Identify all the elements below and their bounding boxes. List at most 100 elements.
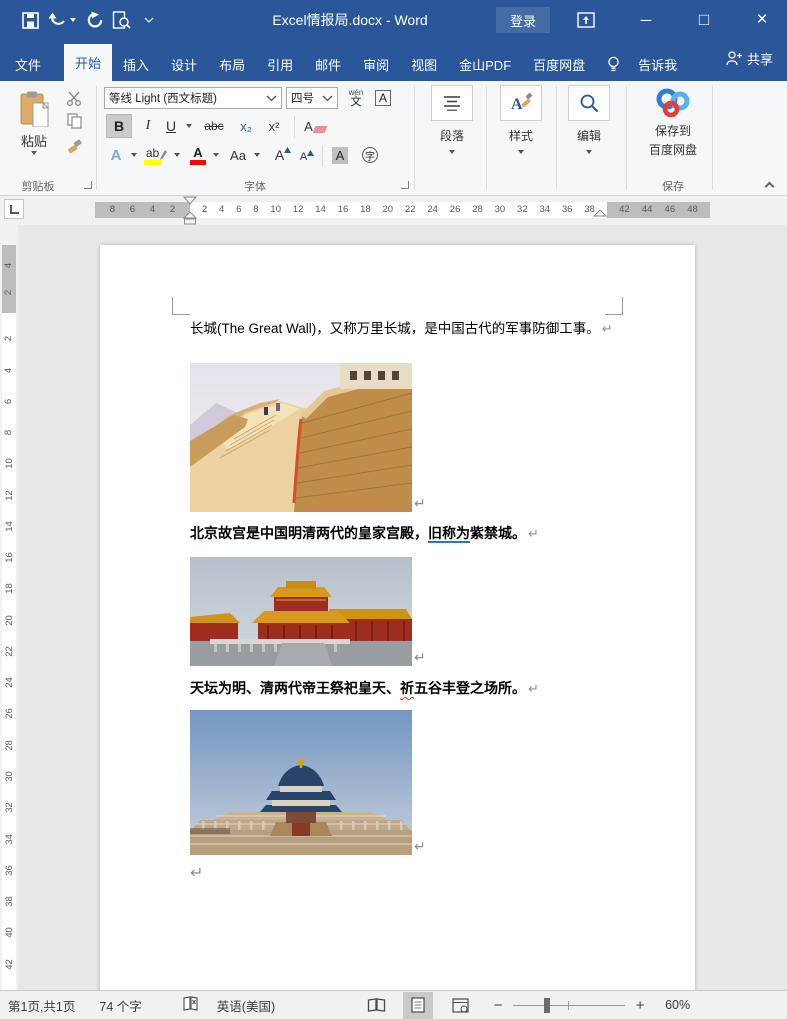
paragraph-lines-icon [431,85,473,121]
paragraph-great-wall[interactable]: 长城(The Great Wall)，又称万里长城，是中国古代的军事防御工事。↵ [190,317,613,337]
tab-references[interactable]: 引用 [256,47,304,81]
ruler-number: 48 [687,202,698,218]
enclose-characters-button[interactable]: 字 [358,143,382,167]
tab-layout[interactable]: 布局 [208,47,256,81]
collapse-ribbon-chevron-icon[interactable] [765,182,775,192]
tab-mailings[interactable]: 邮件 [304,47,352,81]
subscript-button[interactable]: x₂ [234,114,258,138]
clear-formatting-glyph: A [304,119,313,134]
ruler-number: 8 [253,202,258,218]
character-border-button[interactable]: A [372,87,394,109]
close-button[interactable]: × [740,0,784,40]
copy-button[interactable] [62,112,86,130]
bold-button[interactable]: B [106,114,132,138]
vruler-top-margin: 42 [2,245,16,313]
change-case-dropdown-icon[interactable] [254,153,260,157]
paste-button[interactable] [10,87,58,131]
zoom-out-button[interactable]: − [491,997,505,1014]
chevron-down-icon [266,95,277,102]
ruler-number: 24 [427,202,438,218]
save-to-baidu-netdisk-button[interactable]: 保存到 百度网盘 [638,85,708,161]
shrink-font-glyph: A [300,151,307,163]
tab-baidu-netdisk[interactable]: 百度网盘 [522,47,596,81]
underline-button[interactable]: U [160,114,182,138]
paragraph-text: 天坛为明、清两代帝王祭祀皇天、 [190,680,400,696]
font-color-button[interactable]: A [186,143,210,167]
caret-up-small-icon [307,150,314,156]
document-area[interactable]: 长城(The Great Wall)，又称万里长城，是中国古代的军事防御工事。↵ [18,225,787,990]
zoom-slider-thumb[interactable] [544,998,550,1013]
language-indicator[interactable]: 英语(美国) [217,996,275,1015]
ruler-number: 42 [3,959,14,970]
grow-font-button[interactable]: A [272,143,294,167]
great-wall-photo[interactable] [190,363,412,512]
tab-insert[interactable]: 插入 [112,47,160,81]
forbidden-city-photo[interactable] [190,557,412,666]
phonetic-guide-button[interactable]: wén 文 [344,85,368,111]
text-highlight-button[interactable]: ab [142,143,170,167]
italic-button[interactable]: I [138,114,158,138]
zoom-level[interactable]: 60% [665,998,690,1012]
tab-review[interactable]: 审阅 [352,47,400,81]
paragraph-temple-of-heaven[interactable]: 天坛为明、清两代帝王祭祀皇天、祈五谷丰登之场所。↵ [190,678,539,698]
tab-file[interactable]: 文件 [4,47,52,81]
hanging-indent-marker[interactable] [183,212,197,225]
ruler-number: 16 [3,552,14,563]
sign-in-button[interactable]: 登录 [496,7,550,33]
print-layout-button[interactable] [403,992,433,1019]
shrink-font-button[interactable]: A [296,145,318,169]
ruler-number: 44 [642,202,653,218]
word-count[interactable]: 74 个字 [99,996,141,1015]
font-name-combobox[interactable]: 等线 Light (西文标题) [104,87,282,109]
minimize-button[interactable]: ─ [624,0,668,40]
ribbon-display-options-icon[interactable] [574,8,598,32]
tab-stop-selector[interactable] [4,199,24,219]
search-icon [568,85,610,121]
read-mode-button[interactable] [361,992,391,1019]
first-line-indent-marker[interactable] [183,196,197,205]
share-label: 共享 [747,49,773,68]
font-color-dropdown-icon[interactable] [213,153,219,157]
proofing-errors-icon[interactable] [182,996,199,1015]
web-layout-button[interactable] [445,992,475,1019]
paragraph-text: 紫禁城。 [470,525,526,541]
paragraph-forbidden-city[interactable]: 北京故宫是中国明清两代的皇家宫殿，旧称为紫禁城。↵ [190,523,539,543]
tab-design[interactable]: 设计 [160,47,208,81]
superscript-button[interactable]: x² [262,114,286,138]
cut-button[interactable] [62,89,86,107]
zoom-in-button[interactable]: + [633,997,647,1014]
tab-home[interactable]: 开始 [64,44,112,81]
font-dialog-launcher[interactable] [401,181,409,189]
tab-view[interactable]: 视图 [400,47,448,81]
page[interactable]: 长城(The Great Wall)，又称万里长城，是中国古代的军事防御工事。↵ [100,245,695,990]
paste-label[interactable]: 粘贴 [10,131,58,150]
paragraph-group-button[interactable]: 段落 [423,85,481,154]
format-painter-button[interactable] [62,137,86,155]
change-case-button[interactable]: Aa [224,143,252,167]
share-button[interactable]: 共享 [726,49,773,68]
temple-of-heaven-photo[interactable] [190,710,412,855]
strikethrough-button[interactable]: abc [198,114,230,138]
clear-formatting-button[interactable]: A [300,114,330,138]
text-highlight-dropdown-icon[interactable] [174,153,180,157]
paste-dropdown-icon[interactable] [31,151,37,155]
right-indent-marker[interactable] [593,209,607,218]
styles-group-button[interactable]: A 样式 [492,85,550,154]
character-shading-button[interactable]: A [328,143,352,167]
ruler-number: 4 [219,202,224,218]
zoom-slider[interactable] [513,992,625,1019]
ruler-number: 30 [495,202,506,218]
tab-kingsoft-pdf[interactable]: 金山PDF [448,47,522,81]
maximize-button[interactable]: □ [682,0,726,40]
page-indicator[interactable]: 第1页,共1页 [8,996,75,1015]
ruler-number: 20 [383,202,394,218]
text-effects-dropdown-icon[interactable] [131,153,137,157]
text-effects-button[interactable]: A [104,143,128,167]
hruler-text-area: 2468101214161820222426283032343638 [190,202,607,218]
tab-tell-me[interactable]: 告诉我 [596,47,688,81]
underline-dropdown-icon[interactable] [186,124,192,128]
ruler-number: 2 [3,290,14,295]
editing-group-button[interactable]: 编辑 [560,85,618,154]
font-size-combobox[interactable]: 四号 [286,87,338,109]
clipboard-dialog-launcher[interactable] [84,181,92,189]
